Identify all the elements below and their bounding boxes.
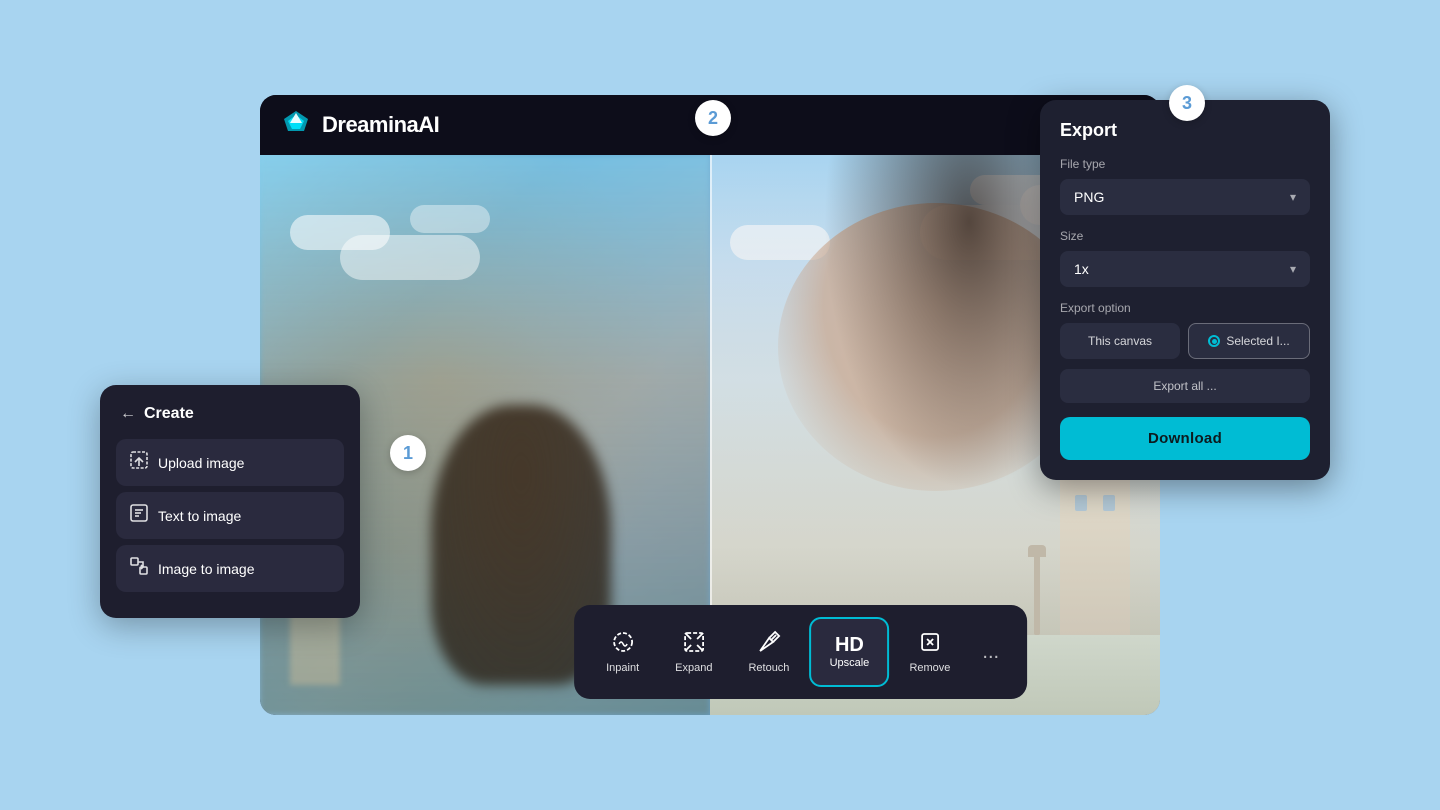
upscale-text: Upscale: [830, 657, 870, 669]
text-to-image-label: Text to image: [158, 508, 241, 524]
image-to-image-icon: [130, 557, 148, 580]
export-options-row: This canvas Selected I...: [1060, 323, 1310, 359]
expand-icon: [682, 630, 706, 658]
app-window: DreaminaAI: [260, 95, 1160, 715]
selected-button[interactable]: Selected I...: [1188, 323, 1310, 359]
size-label: Size: [1060, 229, 1310, 243]
hd-text: HD: [835, 635, 864, 655]
text-to-image-item[interactable]: Text to image: [116, 492, 344, 539]
retouch-label: Retouch: [748, 662, 789, 674]
back-arrow-icon[interactable]: ←: [120, 405, 136, 423]
remove-tool[interactable]: Remove: [893, 622, 966, 682]
export-title: Export: [1060, 120, 1310, 141]
expand-tool[interactable]: Expand: [659, 622, 728, 682]
app-title: DreaminaAI: [322, 112, 439, 138]
retouch-icon: [757, 630, 781, 658]
expand-label: Expand: [675, 662, 712, 674]
upload-icon: [130, 451, 148, 474]
step-badge-1: 1: [390, 435, 426, 471]
size-select[interactable]: 1x ▾: [1060, 251, 1310, 287]
inpaint-icon: [611, 630, 635, 658]
create-panel: ← Create Upload image: [100, 385, 360, 618]
image-to-image-label: Image to image: [158, 561, 255, 577]
more-button[interactable]: ...: [970, 633, 1011, 672]
retouch-tool[interactable]: Retouch: [732, 622, 805, 682]
export-panel: Export File type PNG ▾ Size 1x ▾ Export …: [1040, 100, 1330, 480]
step-badge-2: 2: [695, 100, 731, 136]
upload-image-label: Upload image: [158, 455, 244, 471]
hd-upscale-button[interactable]: HD Upscale: [809, 617, 889, 687]
canvas-divider: [710, 155, 712, 635]
logo-icon: [280, 109, 312, 141]
export-all-button[interactable]: Export all ...: [1060, 369, 1310, 403]
inpaint-tool[interactable]: Inpaint: [590, 622, 655, 682]
canvas-area: Inpaint Expand: [260, 155, 1160, 715]
inpaint-label: Inpaint: [606, 662, 639, 674]
this-canvas-button[interactable]: This canvas: [1060, 323, 1180, 359]
image-to-image-item[interactable]: Image to image: [116, 545, 344, 592]
upload-image-item[interactable]: Upload image: [116, 439, 344, 486]
file-type-select[interactable]: PNG ▾: [1060, 179, 1310, 215]
create-header: ← Create: [116, 405, 344, 423]
create-title: Create: [144, 405, 194, 423]
file-type-value: PNG: [1074, 189, 1104, 205]
text-to-image-icon: [130, 504, 148, 527]
step-badge-3: 3: [1169, 85, 1205, 121]
radio-selected-icon: [1208, 335, 1220, 347]
size-value: 1x: [1074, 261, 1089, 277]
file-type-arrow: ▾: [1290, 190, 1296, 204]
bottom-toolbar: Inpaint Expand: [574, 605, 1027, 699]
size-arrow: ▾: [1290, 262, 1296, 276]
file-type-label: File type: [1060, 157, 1310, 171]
remove-label: Remove: [909, 662, 950, 674]
export-option-label: Export option: [1060, 301, 1310, 315]
remove-icon: [918, 630, 942, 658]
download-button[interactable]: Download: [1060, 417, 1310, 460]
